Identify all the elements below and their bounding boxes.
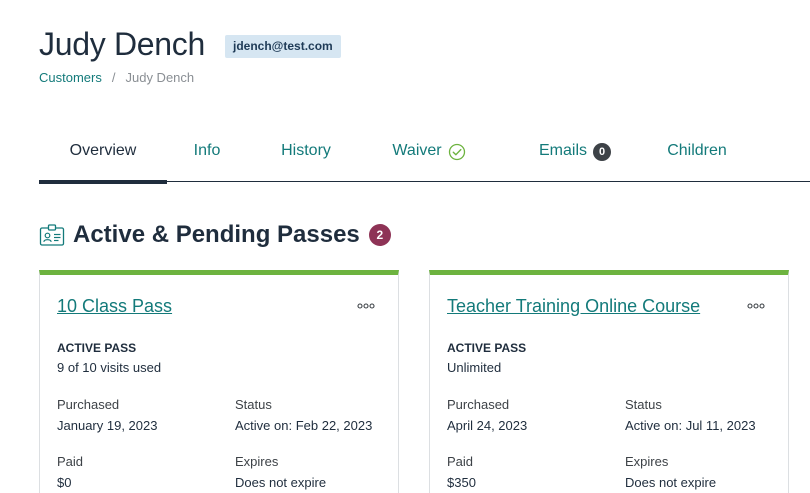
check-circle-icon	[448, 143, 465, 161]
tab-label: History	[281, 142, 331, 159]
pass-state: ACTIVE PASS	[447, 341, 527, 355]
status-value: Active on: Feb 22, 2023	[235, 418, 373, 433]
pass-card: 10 Class Pass ACTIVE PASS 9 of 10 visits…	[39, 270, 399, 493]
expires-label: Expires	[625, 454, 669, 469]
breadcrumb-customers-link[interactable]: Customers	[39, 70, 102, 85]
tab-info[interactable]: Info	[167, 132, 247, 182]
page-title: Judy Dench	[39, 26, 205, 62]
pass-state: ACTIVE PASS	[57, 341, 137, 355]
status-value: Active on: Jul 11, 2023	[625, 418, 756, 433]
tab-label: Info	[193, 142, 221, 159]
tab-label: Overview	[69, 142, 137, 159]
more-options-icon[interactable]	[747, 302, 765, 310]
tab-history[interactable]: History	[247, 132, 365, 182]
expires-value: Does not expire	[235, 475, 327, 490]
section-title: Active & Pending Passes	[73, 221, 360, 248]
purchased-value: April 24, 2023	[447, 418, 528, 433]
paid-value: $350	[447, 475, 476, 490]
tab-waiver[interactable]: Waiver	[365, 132, 493, 182]
purchased-label: Purchased	[447, 397, 510, 412]
tab-emails[interactable]: Emails 0	[515, 132, 635, 182]
status-label: Status	[625, 397, 662, 412]
passes-count-badge: 2	[368, 224, 391, 246]
expires-label: Expires	[235, 454, 279, 469]
pass-usage: 9 of 10 visits used	[57, 360, 162, 375]
emails-count-badge: 0	[593, 143, 611, 161]
breadcrumb-current: Judy Dench	[125, 70, 195, 85]
expires-value: Does not expire	[625, 475, 717, 490]
paid-value: $0	[57, 475, 72, 490]
id-card-icon	[39, 224, 65, 246]
pass-usage: Unlimited	[447, 360, 502, 375]
pass-card: Teacher Training Online Course ACTIVE PA…	[429, 270, 789, 493]
tab-label: Waiver	[392, 142, 442, 159]
breadcrumb-separator: /	[111, 70, 116, 85]
tab-overview[interactable]: Overview	[39, 132, 167, 184]
purchased-label: Purchased	[57, 397, 120, 412]
passes-section-header: Active & Pending Passes 2	[39, 219, 391, 251]
purchased-value: January 19, 2023	[57, 418, 158, 433]
tab-label: Children	[667, 142, 727, 159]
breadcrumb: Customers / Judy Dench	[39, 70, 194, 85]
tab-label: Emails	[538, 142, 587, 159]
more-options-icon[interactable]	[357, 302, 375, 310]
status-label: Status	[235, 397, 272, 412]
pass-name-link[interactable]: Teacher Training Online Course	[447, 296, 700, 317]
paid-label: Paid	[447, 454, 474, 469]
tab-children[interactable]: Children	[645, 132, 749, 182]
tab-bar: Overview Info History Waiver Emails 0 Ch…	[39, 132, 810, 184]
email-badge[interactable]: jdench@test.com	[225, 35, 341, 58]
pass-name-link[interactable]: 10 Class Pass	[57, 296, 172, 317]
paid-label: Paid	[57, 454, 84, 469]
